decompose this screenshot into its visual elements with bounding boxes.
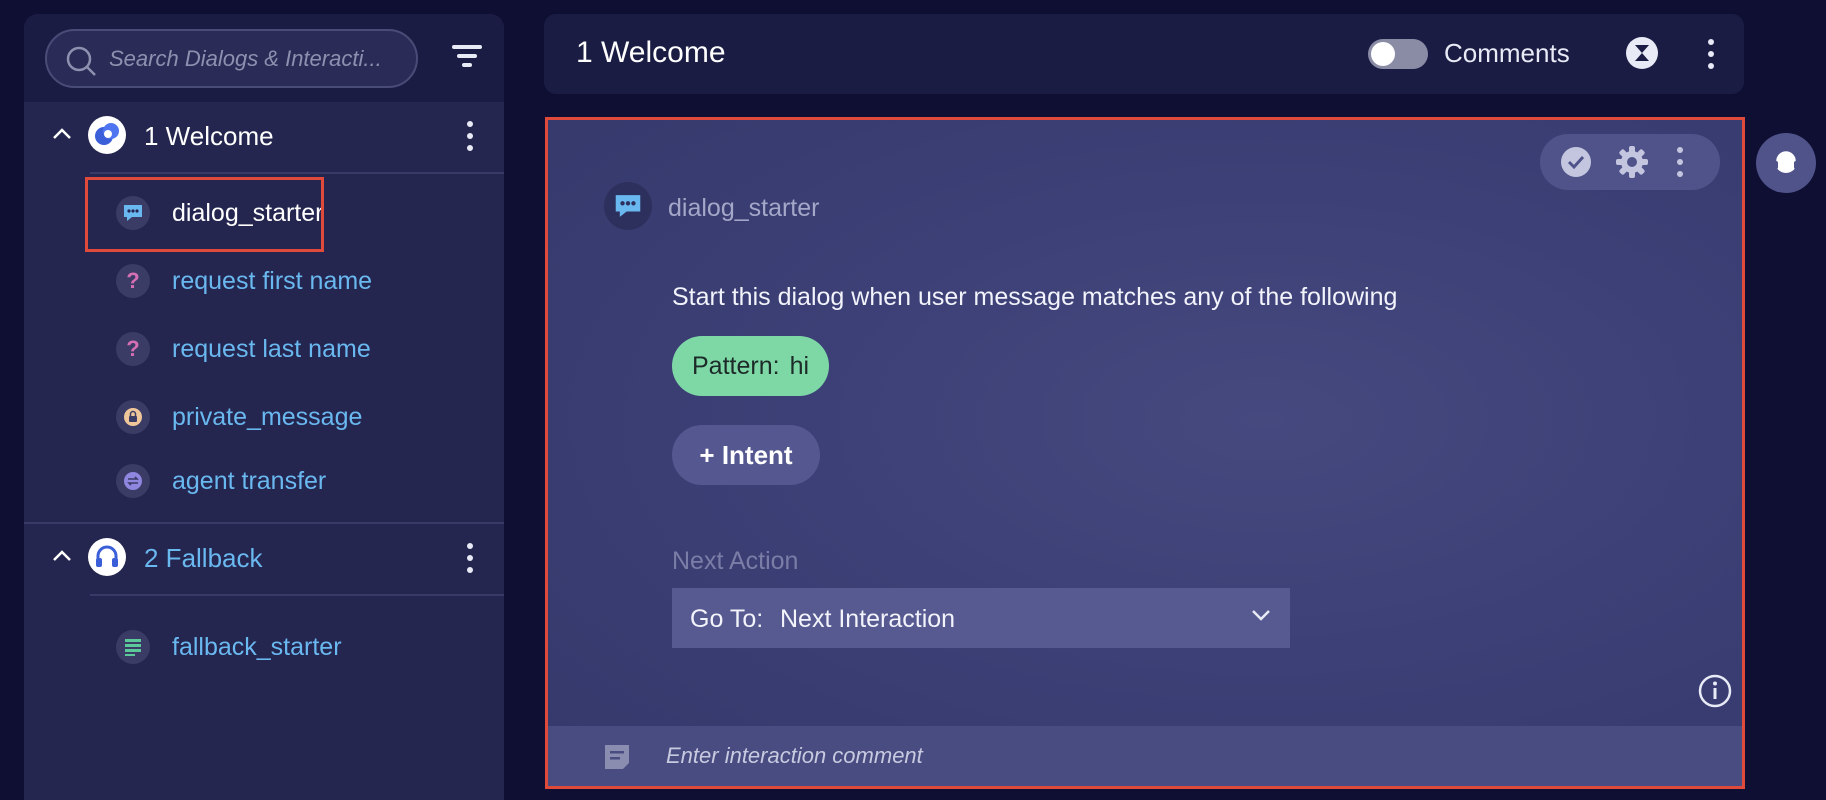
chat-bubble-icon	[604, 182, 652, 230]
goto-value: Next Interaction	[780, 605, 956, 633]
transfer-icon	[116, 464, 150, 498]
editor-header: 1 Welcome Comments	[544, 14, 1744, 94]
sidebar-item-request-last-name[interactable]: ? request last name	[90, 320, 490, 376]
pattern-chip[interactable]: Pattern: hi	[672, 336, 830, 396]
comment-input[interactable]	[666, 740, 1666, 772]
sidebar-search-area	[24, 14, 504, 102]
interaction-card: dialog_starter Start this dialog when us…	[545, 117, 1745, 789]
gear-icon[interactable]	[1614, 144, 1650, 180]
pattern-value: hi	[789, 351, 810, 380]
more-options-icon[interactable]	[460, 540, 480, 576]
lock-bubble-icon	[116, 400, 150, 434]
comment-icon	[605, 745, 629, 769]
headset-icon	[88, 538, 126, 576]
goto-select[interactable]: Go To: Next Interaction	[672, 588, 1290, 648]
comments-label: Comments	[1444, 38, 1570, 68]
question-icon: ?	[116, 264, 150, 298]
sidebar-item-label: request first name	[172, 267, 373, 295]
info-icon[interactable]	[1696, 672, 1734, 710]
sidebar-item-request-first-name[interactable]: ? request first name	[90, 252, 490, 308]
chevron-up-icon[interactable]	[52, 126, 72, 140]
question-icon: ?	[116, 332, 150, 366]
search-icon	[66, 46, 96, 76]
sidebar-item-label: private_message	[172, 403, 363, 431]
add-intent-button[interactable]: + Intent	[672, 425, 820, 485]
chevron-down-icon	[1252, 610, 1270, 621]
sidebar-item-private-message[interactable]: private_message	[90, 388, 490, 444]
search-box[interactable]	[45, 29, 418, 88]
check-circle-icon[interactable]	[1558, 144, 1594, 180]
more-options-icon[interactable]	[1670, 144, 1690, 180]
group-label: 1 Welcome	[144, 121, 274, 151]
filter-icon[interactable]	[448, 40, 488, 72]
interaction-name: dialog_starter	[668, 194, 820, 222]
search-input[interactable]	[109, 43, 405, 75]
pattern-prefix: Pattern:	[692, 351, 780, 380]
selection-highlight	[85, 177, 324, 252]
divider	[90, 172, 504, 174]
collapse-icon[interactable]	[1624, 35, 1660, 71]
goto-prefix: Go To:	[690, 605, 764, 633]
sidebar-item-fallback-starter[interactable]: fallback_starter	[90, 618, 490, 674]
support-button[interactable]	[1756, 133, 1816, 193]
list-icon	[116, 630, 150, 664]
sidebar-item-label: request last name	[172, 335, 371, 363]
sidebar-item-label: agent transfer	[172, 467, 327, 495]
welcome-chat-icon	[88, 116, 126, 154]
comment-bar	[548, 726, 1742, 786]
toggle-knob	[1371, 42, 1395, 66]
more-options-icon[interactable]	[460, 118, 480, 154]
sidebar-item-agent-transfer[interactable]: agent transfer	[90, 452, 490, 508]
next-action-label: Next Action	[672, 547, 799, 575]
headset-icon	[1773, 148, 1799, 173]
page-title: 1 Welcome	[576, 36, 726, 69]
more-options-icon[interactable]	[1701, 36, 1721, 72]
sidebar-item-label: fallback_starter	[172, 633, 342, 661]
card-toolbar	[1540, 134, 1720, 190]
trigger-description: Start this dialog when user message matc…	[672, 283, 1398, 311]
chevron-up-icon[interactable]	[52, 548, 72, 562]
group-label: 2 Fallback	[144, 543, 263, 573]
group-header-welcome[interactable]: 1 Welcome	[24, 100, 504, 172]
comments-toggle[interactable]	[1368, 39, 1428, 69]
divider	[90, 594, 504, 596]
sidebar: 1 Welcome dialog_starter ? request first…	[24, 14, 504, 800]
group-header-fallback[interactable]: 2 Fallback	[24, 522, 504, 594]
